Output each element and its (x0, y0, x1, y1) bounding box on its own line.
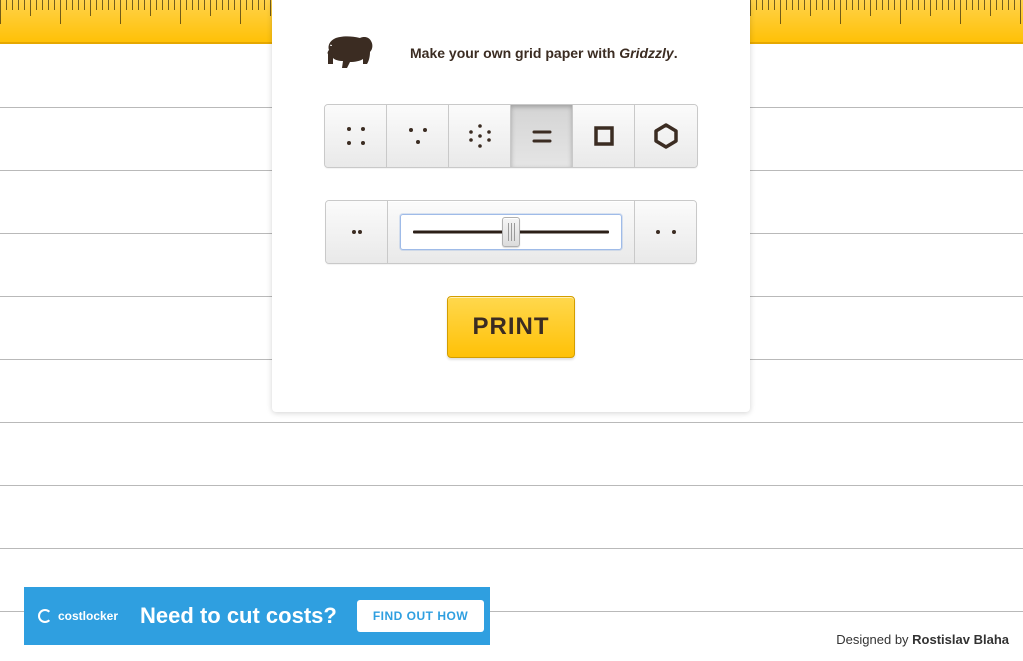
control-panel: Make your own grid paper with Gridzzly. (272, 0, 750, 412)
bear-icon (320, 30, 382, 75)
ad-logo-icon (38, 609, 52, 623)
pattern-selector (324, 104, 698, 168)
tagline-prefix: Make your own grid paper with (410, 45, 619, 61)
spacing-control (325, 200, 697, 264)
pattern-dots-triangle[interactable] (387, 105, 449, 167)
ad-logo: costlocker (38, 609, 118, 623)
pattern-hexagons[interactable] (635, 105, 697, 167)
print-button[interactable]: PRINT (447, 296, 575, 358)
credit-prefix: Designed by (836, 632, 912, 647)
tagline-brand: Gridzzly (619, 45, 673, 61)
tagline-suffix: . (674, 45, 678, 61)
pattern-lines[interactable] (511, 105, 573, 167)
pattern-squares[interactable] (573, 105, 635, 167)
spacing-slider[interactable] (400, 214, 622, 250)
pattern-dots-square[interactable] (325, 105, 387, 167)
pattern-dots-hex[interactable] (449, 105, 511, 167)
footer-credit: Designed by Rostislav Blaha (836, 632, 1009, 647)
slider-thumb[interactable] (502, 217, 520, 247)
tagline: Make your own grid paper with Gridzzly. (410, 45, 678, 61)
spacing-decrease[interactable] (326, 201, 388, 263)
ad-banner[interactable]: costlocker Need to cut costs? FIND OUT H… (24, 587, 490, 645)
spacing-slider-area (388, 201, 634, 263)
logo-row: Make your own grid paper with Gridzzly. (272, 30, 750, 75)
ad-logo-text: costlocker (58, 609, 118, 623)
ad-cta-button[interactable]: FIND OUT HOW (357, 600, 484, 632)
spacing-increase[interactable] (634, 201, 696, 263)
credit-name[interactable]: Rostislav Blaha (912, 632, 1009, 647)
ad-headline: Need to cut costs? (140, 603, 337, 629)
